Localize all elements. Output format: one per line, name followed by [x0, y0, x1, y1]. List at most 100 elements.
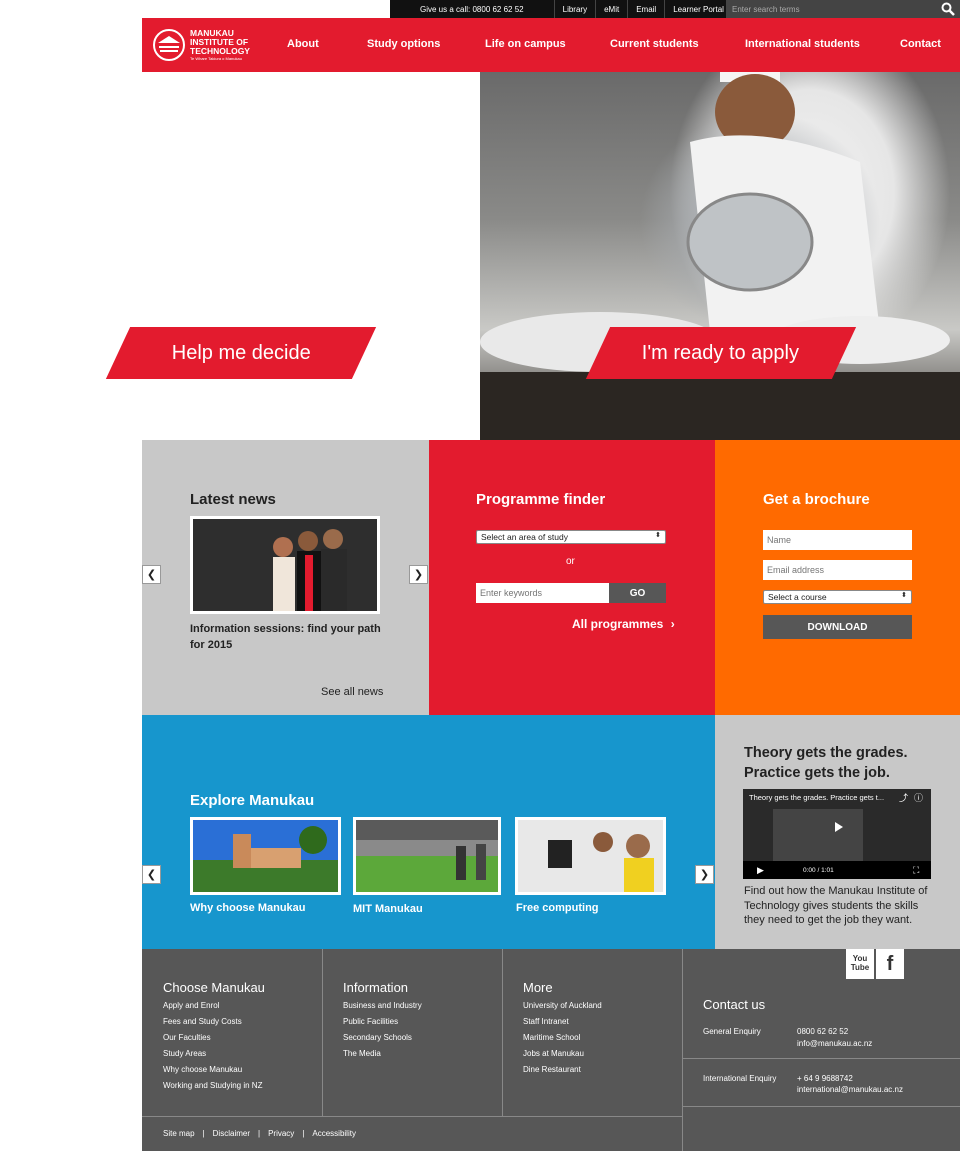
- help-me-decide-button[interactable]: Help me decide: [105, 327, 377, 379]
- footer-link[interactable]: Business and Industry: [343, 1001, 422, 1010]
- name-field[interactable]: [763, 530, 912, 550]
- video-heading-line-2: Practice gets the job.: [744, 765, 890, 781]
- nav-international-students[interactable]: International students: [745, 38, 860, 50]
- fullscreen-icon[interactable]: ⛶: [913, 865, 919, 876]
- free-computing-caption[interactable]: Free computing: [516, 902, 599, 914]
- news-prev-button[interactable]: ❮: [142, 565, 161, 584]
- footer-col3-title: More: [523, 980, 553, 995]
- facebook-icon[interactable]: f: [876, 949, 904, 979]
- info-icon[interactable]: ⓘ: [914, 791, 923, 804]
- footer-link[interactable]: Jobs at Manukau: [523, 1049, 584, 1058]
- footer: Choose Manukau Apply and Enrol Fees and …: [142, 949, 960, 1151]
- footer-col2-title: Information: [343, 980, 409, 995]
- video-time: 0:00 / 1:01: [803, 867, 834, 874]
- hero-chef-image: [480, 72, 960, 440]
- explore-prev-button[interactable]: ❮: [142, 865, 161, 884]
- library-link[interactable]: Library: [553, 0, 595, 18]
- news-title: Latest news: [190, 491, 276, 508]
- explore-image-free-computing[interactable]: [515, 817, 666, 895]
- general-enquiry-label: General Enquiry: [703, 1027, 761, 1036]
- play-icon[interactable]: ▶: [757, 865, 764, 876]
- brochure-panel: Get a brochure Select a course ⬍ DOWNLOA…: [715, 440, 960, 715]
- explore-image-why-choose[interactable]: [190, 817, 341, 895]
- footer-link[interactable]: Fees and Study Costs: [163, 1017, 242, 1026]
- footer-divider: [682, 1058, 960, 1059]
- nav-study-options[interactable]: Study options: [367, 38, 440, 50]
- go-button[interactable]: GO: [609, 583, 666, 603]
- explore-title: Explore Manukau: [190, 792, 315, 809]
- explore-next-button[interactable]: ❯: [695, 865, 714, 884]
- footer-link[interactable]: Apply and Enrol: [163, 1001, 219, 1010]
- footer-link[interactable]: Public Facilities: [343, 1017, 398, 1026]
- video-title: Theory gets the grades. Practice gets t.…: [749, 793, 885, 802]
- see-all-news-link[interactable]: See all news: [321, 686, 383, 698]
- news-next-button[interactable]: ❯: [409, 565, 428, 584]
- main-nav: MANUKAU INSTITUTE OF TECHNOLOGY Te Whare…: [142, 18, 960, 72]
- footer-link[interactable]: University of Auckland: [523, 1001, 602, 1010]
- emit-link[interactable]: eMit: [595, 0, 627, 18]
- explore-image-mit-manukau[interactable]: [353, 817, 501, 895]
- youtube-icon[interactable]: You Tube: [846, 949, 874, 979]
- select-caret-icon: ⬍: [901, 592, 907, 599]
- why-choose-caption[interactable]: Why choose Manukau: [190, 902, 306, 914]
- chevron-right-icon: ›: [670, 617, 675, 631]
- search-icon[interactable]: [941, 2, 955, 16]
- footer-link[interactable]: Our Faculties: [163, 1033, 211, 1042]
- ready-to-apply-button[interactable]: I'm ready to apply: [585, 327, 857, 379]
- computer-lab-photo: [518, 820, 663, 892]
- footer-link[interactable]: Why choose Manukau: [163, 1065, 242, 1074]
- video-player[interactable]: Theory gets the grades. Practice gets t.…: [743, 789, 931, 879]
- accessibility-link[interactable]: Accessibility: [312, 1129, 356, 1138]
- logo-tagline: Te Whare Takiura o Manukau: [190, 55, 242, 61]
- separator: |: [258, 1129, 261, 1138]
- phone-text: Give us a call: 0800 62 62 52: [420, 4, 524, 14]
- nav-current-students[interactable]: Current students: [610, 38, 699, 50]
- footer-link[interactable]: The Media: [343, 1049, 381, 1058]
- news-caption[interactable]: Information sessions: find your path for…: [190, 621, 390, 653]
- help-me-decide-label: Help me decide: [171, 341, 311, 364]
- learner-portal-link[interactable]: Learner Portal: [664, 0, 732, 18]
- ready-to-apply-label: I'm ready to apply: [642, 341, 800, 364]
- finder-title: Programme finder: [476, 491, 606, 508]
- share-icon[interactable]: ⤴: [899, 791, 908, 804]
- footer-link[interactable]: Working and Studying in NZ: [163, 1081, 262, 1090]
- footer-divider: [322, 949, 323, 1116]
- video-description: Find out how the Manukau Institute of Te…: [744, 885, 928, 926]
- logo[interactable]: MANUKAU INSTITUTE OF TECHNOLOGY Te Whare…: [142, 18, 252, 72]
- footer-link[interactable]: Staff Intranet: [523, 1017, 569, 1026]
- course-select[interactable]: Select a course ⬍: [763, 590, 912, 604]
- nav-life-on-campus[interactable]: Life on campus: [485, 38, 566, 50]
- intl-phone: + 64 9 9688742: [797, 1074, 853, 1083]
- site-map-link[interactable]: Site map: [163, 1129, 195, 1138]
- disclaimer-link[interactable]: Disclaimer: [213, 1129, 250, 1138]
- news-image[interactable]: [190, 516, 380, 614]
- privacy-link[interactable]: Privacy: [268, 1129, 294, 1138]
- course-select-value: Select a course: [768, 592, 827, 602]
- email-field[interactable]: [763, 560, 912, 580]
- general-email-link[interactable]: info@manukau.ac.nz: [797, 1039, 872, 1048]
- intl-email-link[interactable]: international@manukau.ac.nz: [797, 1085, 903, 1094]
- brochure-title: Get a brochure: [763, 491, 870, 508]
- separator: |: [302, 1129, 305, 1138]
- footer-link[interactable]: Study Areas: [163, 1049, 206, 1058]
- explore-panel: Explore Manukau Why choose Manukau MIT M…: [142, 715, 715, 949]
- footer-bottom-links: Site map | Disclaimer | Privacy | Access…: [163, 1129, 356, 1138]
- footer-link[interactable]: Maritime School: [523, 1033, 580, 1042]
- contact-title: Contact us: [703, 997, 766, 1012]
- chef-illustration: [480, 72, 960, 440]
- chevron-right-icon: ❯: [699, 869, 710, 881]
- footer-divider: [682, 1106, 960, 1107]
- mit-manukau-caption[interactable]: MIT Manukau: [353, 903, 423, 915]
- all-programmes-link[interactable]: All programmes ›: [572, 617, 675, 631]
- footer-link[interactable]: Secondary Schools: [343, 1033, 412, 1042]
- nav-about[interactable]: About: [287, 38, 319, 50]
- download-button[interactable]: DOWNLOAD: [763, 615, 912, 639]
- nav-contact[interactable]: Contact: [900, 38, 941, 50]
- footer-link[interactable]: Dine Restaurant: [523, 1065, 581, 1074]
- keywords-input[interactable]: [476, 583, 609, 603]
- area-of-study-select[interactable]: Select an area of study ⬍: [476, 530, 666, 544]
- select-caret-icon: ⬍: [655, 532, 661, 539]
- chevron-left-icon: ❮: [146, 869, 157, 881]
- search-input[interactable]: [726, 0, 960, 18]
- email-link[interactable]: Email: [627, 0, 664, 18]
